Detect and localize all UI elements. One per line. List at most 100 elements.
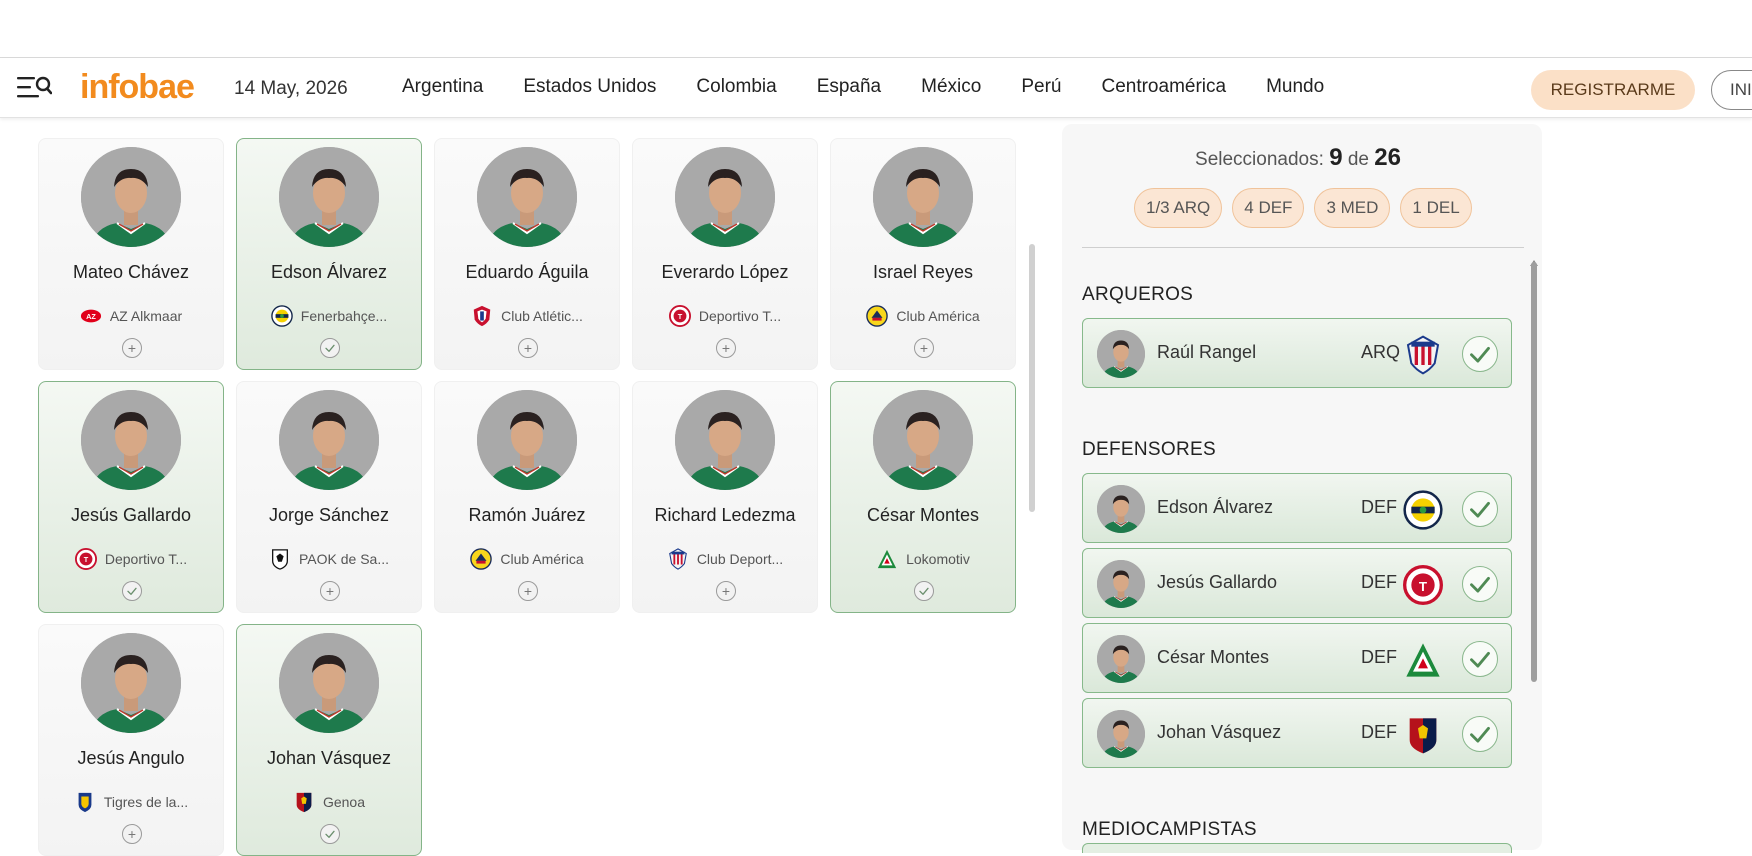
deselect-check-icon[interactable] [1462,491,1498,527]
player-name: Everardo López [661,262,789,282]
panel-scrollbar[interactable] [1531,262,1537,682]
player-club: Club América [831,305,1015,327]
club-logo-icon [1403,335,1443,375]
of-label: de [1347,149,1369,170]
player-club: AZ AZ Alkmaar [39,305,223,327]
player-club: T Deportivo T... [39,548,223,570]
player-name: Israel Reyes [872,262,974,282]
add-player-icon[interactable]: + [122,824,142,844]
player-card[interactable]: César Montes Lokomotiv [830,381,1016,613]
player-photo [1097,330,1145,378]
selected-check-icon[interactable] [320,338,340,358]
nav-centroamerica[interactable]: Centroamérica [1101,76,1226,98]
player-photo [477,147,577,247]
player-position: DEF [1361,497,1397,517]
deselect-check-icon[interactable] [1462,566,1498,602]
add-player-icon[interactable]: + [518,338,538,358]
player-position: DEF [1361,572,1397,592]
nav-estados-unidos[interactable]: Estados Unidos [523,76,656,98]
nav-argentina[interactable]: Argentina [402,76,483,98]
position-pills: 1/3 ARQ 4 DEF 3 MED 1 DEL [1134,188,1482,228]
club-name: Club América [500,551,584,567]
nav-peru[interactable]: Perú [1021,76,1061,98]
club-name: Genoa [322,794,366,810]
club-name: Lokomotiv [906,551,970,567]
player-name: César Montes [1157,647,1270,667]
deselect-check-icon[interactable] [1462,336,1498,372]
club-logo-icon [1403,715,1443,755]
player-photo [873,147,973,247]
player-photo [675,390,775,490]
nav-mundo[interactable]: Mundo [1266,76,1324,98]
player-card[interactable]: Edson Álvarez Fenerbahçe... [236,138,422,370]
player-name: Edson Álvarez [270,262,388,282]
club-logo-icon: T [668,305,691,327]
player-position: ARQ [1361,342,1401,362]
club-name: PAOK de Sa... [298,551,389,567]
add-player-icon[interactable]: + [122,338,142,358]
player-photo [81,390,181,490]
player-card[interactable]: Mateo Chávez AZ AZ Alkmaar + [38,138,224,370]
player-card[interactable]: Jesús Angulo Tigres de la... + [38,624,224,856]
player-card[interactable]: Jorge Sánchez PAOK de Sa... + [236,381,422,613]
player-card[interactable]: Ramón Juárez Club América + [434,381,620,613]
register-button[interactable]: REGISTRARME [1531,70,1695,110]
selected-player-row[interactable]: Johan Vásquez DEF [1082,698,1512,768]
nav-mexico[interactable]: México [921,76,981,98]
selected-player-row[interactable]: Jesús Gallardo DEF T [1082,548,1512,618]
main-nav: Argentina Estados Unidos Colombia España… [402,76,1364,98]
deselect-check-icon[interactable] [1462,641,1498,677]
club-name: Deportivo T... [698,308,782,324]
selected-check-icon[interactable] [122,581,142,601]
player-name: Johan Vásquez [1157,722,1282,742]
selected-player-row[interactable]: Edson Álvarez DEF [1082,473,1512,543]
player-card[interactable]: Eduardo Águila Club Atlétic... + [434,138,620,370]
player-club: Lokomotiv [831,548,1015,570]
top-spacer [0,0,1752,58]
club-logo-icon [470,548,493,570]
add-player-icon[interactable]: + [320,581,340,601]
club-name: Tigres de la... [103,794,189,810]
section-title: ARQUEROS [1082,284,1194,305]
player-photo [279,633,379,733]
player-card[interactable]: Israel Reyes Club América + [830,138,1016,370]
player-photo [873,390,973,490]
grid-scrollbar[interactable] [1029,244,1035,512]
add-player-icon[interactable]: + [914,338,934,358]
selected-label: Seleccionados: [1195,149,1324,170]
player-name: Jesús Gallardo [1157,572,1278,592]
club-logo-icon [667,548,689,570]
add-player-icon[interactable]: + [716,581,736,601]
player-card[interactable]: Everardo López T Deportivo T... + [632,138,818,370]
player-card[interactable]: Johan Vásquez Genoa [236,624,422,856]
menu-search-icon[interactable] [16,74,52,102]
section-title: MEDIOCAMPISTAS [1082,819,1257,840]
selected-player-row[interactable]: César Montes DEF [1082,623,1512,693]
selected-check-icon[interactable] [320,824,340,844]
site-header: infobae 14 May, 2026 Argentina Estados U… [0,58,1752,118]
club-logo-icon: AZ [80,305,102,327]
add-player-icon[interactable]: + [518,581,538,601]
section-title: DEFENSORES [1082,439,1216,460]
player-club: Tigres de la... [39,791,223,813]
selected-player-row[interactable]: Raúl Rangel ARQ [1082,318,1512,388]
infobae-logo[interactable]: infobae [80,68,195,107]
panel-divider [1082,247,1524,248]
svg-text:T: T [678,312,683,321]
nav-colombia[interactable]: Colombia [696,76,776,98]
player-card[interactable]: Jesús Gallardo T Deportivo T... [38,381,224,613]
deselect-check-icon[interactable] [1462,716,1498,752]
club-name: Fenerbahçe... [300,308,388,324]
add-player-icon[interactable]: + [716,338,736,358]
pill-def: 4 DEF [1232,188,1305,228]
selected-check-icon[interactable] [914,581,934,601]
nav-espana[interactable]: España [817,76,881,98]
player-photo [81,147,181,247]
login-button[interactable]: INI [1711,70,1752,110]
selection-panel: Seleccionados: 9 de 26 1/3 ARQ 4 DEF 3 M… [1062,124,1542,850]
club-logo-icon [471,305,493,327]
player-club: Fenerbahçe... [237,305,421,327]
total-number: 26 [1374,144,1401,171]
player-photo [1097,710,1145,758]
player-card[interactable]: Richard Ledezma Club Deport... + [632,381,818,613]
